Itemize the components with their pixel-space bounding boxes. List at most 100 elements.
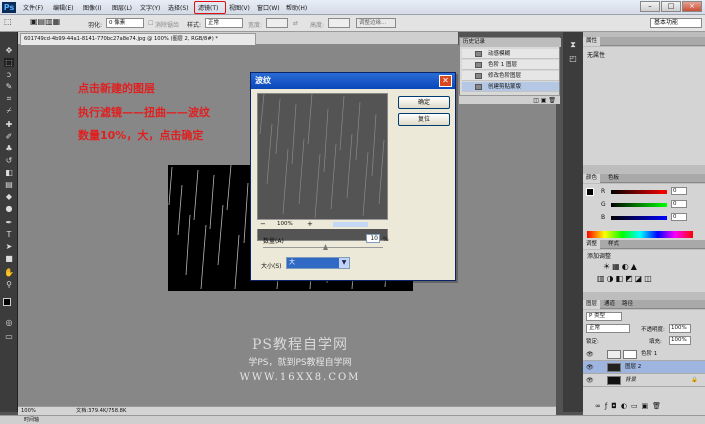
new-document-icon[interactable]: ▣ <box>541 97 547 104</box>
menu-type[interactable]: 文字(Y) <box>140 3 160 12</box>
fg-color-chip[interactable] <box>586 188 594 196</box>
menu-window[interactable]: 窗口(W) <box>257 3 280 12</box>
properties-panel-icon[interactable]: ◰ <box>568 54 578 63</box>
blue-slider[interactable] <box>611 216 667 220</box>
amount-slider-track[interactable] <box>263 247 383 248</box>
zoom-tool-icon[interactable]: ⚲ <box>4 280 14 289</box>
color-spectrum[interactable] <box>587 231 693 238</box>
green-slider[interactable] <box>611 203 667 207</box>
hand-tool-icon[interactable]: ✋ <box>4 268 14 277</box>
style-label: 样式: <box>187 22 202 29</box>
healing-brush-icon[interactable]: ✚ <box>4 120 14 129</box>
lasso-tool-icon[interactable]: ↄ <box>4 70 14 79</box>
screen-mode-icon[interactable]: ▭ <box>4 332 14 341</box>
zoom-in-button[interactable]: + <box>307 220 313 229</box>
move-tool-icon[interactable]: ✥ <box>4 46 14 55</box>
history-item[interactable]: 色阶 1 图层 <box>462 60 559 70</box>
dialog-close-icon[interactable]: ✕ <box>439 75 452 87</box>
history-tab[interactable]: 历史记录 <box>460 38 561 47</box>
dodge-tool-icon[interactable]: ● <box>4 204 14 213</box>
quick-select-icon[interactable]: ✎ <box>4 82 14 91</box>
brush-tool-icon[interactable]: ✐ <box>4 132 14 141</box>
tab-layers[interactable]: 图层 <box>583 300 601 309</box>
quick-mask-icon[interactable]: ◎ <box>4 318 14 327</box>
history-item[interactable]: 动感模糊 <box>462 49 559 59</box>
crop-tool-icon[interactable]: ⌗ <box>4 94 14 103</box>
eye-icon[interactable]: 👁 <box>586 348 594 361</box>
marquee-tool-icon[interactable]: ⬚ <box>4 17 12 26</box>
tab-adjustments[interactable]: 调整 <box>583 240 601 249</box>
close-button[interactable]: × <box>682 1 702 12</box>
minimize-button[interactable]: – <box>640 1 660 12</box>
antialias-checkbox[interactable]: ☐ <box>148 20 153 27</box>
red-slider[interactable] <box>611 190 667 194</box>
tab-swatches[interactable]: 色板 <box>605 174 622 183</box>
blur-tool-icon[interactable]: ◆ <box>4 192 14 201</box>
layers-body: P 类型 正常 不透明度: 100% 锁定: 填充: 100% 👁 色阶 1 👁… <box>583 310 705 415</box>
zoom-level[interactable]: 100% <box>21 407 36 415</box>
blue-value[interactable]: 0 <box>671 213 687 221</box>
workspace-select[interactable]: 基本功能 <box>650 18 702 28</box>
swap-icon[interactable]: ⇄ <box>293 20 298 27</box>
adjustment-icons-row2[interactable]: ▥◑◧◩◪◫ <box>597 274 654 283</box>
layer-row-selected[interactable]: 👁 图层 2 <box>583 361 705 374</box>
green-value[interactable]: 0 <box>671 200 687 208</box>
history-item-selected[interactable]: 创建剪贴蒙版 <box>462 82 559 92</box>
width-input[interactable] <box>266 18 288 28</box>
pen-tool-icon[interactable]: ✒ <box>4 218 14 227</box>
height-input[interactable] <box>328 18 350 28</box>
menu-file[interactable]: 文件(F) <box>23 3 43 12</box>
chevron-down-icon[interactable]: ▼ <box>339 258 349 268</box>
red-value[interactable]: 0 <box>671 187 687 195</box>
ok-button[interactable]: 确定 <box>398 96 450 109</box>
history-brush-icon[interactable]: ↺ <box>4 156 14 165</box>
document-tab[interactable]: 601749cd-4b99-44a1-8141-770bc27a8e74.jpg… <box>20 33 256 45</box>
preview-scrollbar[interactable] <box>333 222 368 227</box>
marquee-tool-icon[interactable]: ⬚ <box>4 58 14 67</box>
eye-icon[interactable]: 👁 <box>586 374 594 387</box>
type-tool-icon[interactable]: T <box>4 230 14 239</box>
history-panel-icon[interactable]: ⧗ <box>568 40 578 49</box>
style-select[interactable]: 正常 <box>205 18 243 28</box>
eyedropper-icon[interactable]: ⌿ <box>4 106 14 115</box>
menu-layer[interactable]: 图层(L) <box>112 3 132 12</box>
blend-mode-select[interactable]: 正常 <box>586 324 630 333</box>
width-label: 宽度: <box>248 22 263 29</box>
tab-channels[interactable]: 通道 <box>601 300 618 309</box>
menu-image[interactable]: 图像(I) <box>83 3 101 12</box>
menu-edit[interactable]: 编辑(E) <box>53 3 73 12</box>
fill-input[interactable]: 100% <box>669 336 691 345</box>
tab-styles[interactable]: 样式 <box>605 240 622 249</box>
menu-view[interactable]: 视图(V) <box>229 3 250 12</box>
eraser-tool-icon[interactable]: ◧ <box>4 168 14 177</box>
tab-properties[interactable]: 属性 <box>583 37 601 46</box>
tab-color[interactable]: 颜色 <box>583 174 601 183</box>
layer-row[interactable]: 👁 背景 🔒 <box>583 374 705 387</box>
feather-input[interactable]: 0 像素 <box>106 18 144 28</box>
path-select-icon[interactable]: ➤ <box>4 242 14 251</box>
adjustment-icons-row1[interactable]: ☀▦◐▲ <box>603 262 639 271</box>
zoom-out-button[interactable]: − <box>260 220 266 229</box>
amount-input[interactable]: 10 <box>366 234 380 243</box>
menu-select[interactable]: 选择(S) <box>168 3 189 12</box>
reset-button[interactable]: 复位 <box>398 113 450 126</box>
maximize-button[interactable]: □ <box>661 1 681 12</box>
stamp-tool-icon[interactable]: ♣ <box>4 144 14 153</box>
opacity-input[interactable]: 100% <box>669 324 691 333</box>
foreground-color-swatch[interactable] <box>3 298 11 306</box>
gradient-tool-icon[interactable]: ▤ <box>4 180 14 189</box>
menu-help[interactable]: 帮助(H) <box>286 3 307 12</box>
layer-footer-icons[interactable]: ∞ƒ◘◐▭▣🗑 <box>595 402 665 410</box>
selection-mode-icons[interactable]: ▣▤▥▦ <box>30 17 60 26</box>
preview-streaks <box>259 93 385 219</box>
layer-kind-filter[interactable]: P 类型 <box>586 312 622 321</box>
timeline-tab[interactable]: 时间轴 <box>24 416 39 424</box>
tab-paths[interactable]: 路径 <box>619 300 636 309</box>
history-item[interactable]: 修改色阶图层 <box>462 71 559 81</box>
refine-edge-button[interactable]: 调整边缘... <box>356 18 396 28</box>
shape-tool-icon[interactable]: ■ <box>4 254 14 263</box>
snapshot-icon[interactable]: ◫ <box>533 97 539 104</box>
layer-row[interactable]: 👁 色阶 1 <box>583 348 705 361</box>
trash-icon[interactable]: 🗑 <box>548 97 556 104</box>
eye-icon[interactable]: 👁 <box>586 361 594 374</box>
